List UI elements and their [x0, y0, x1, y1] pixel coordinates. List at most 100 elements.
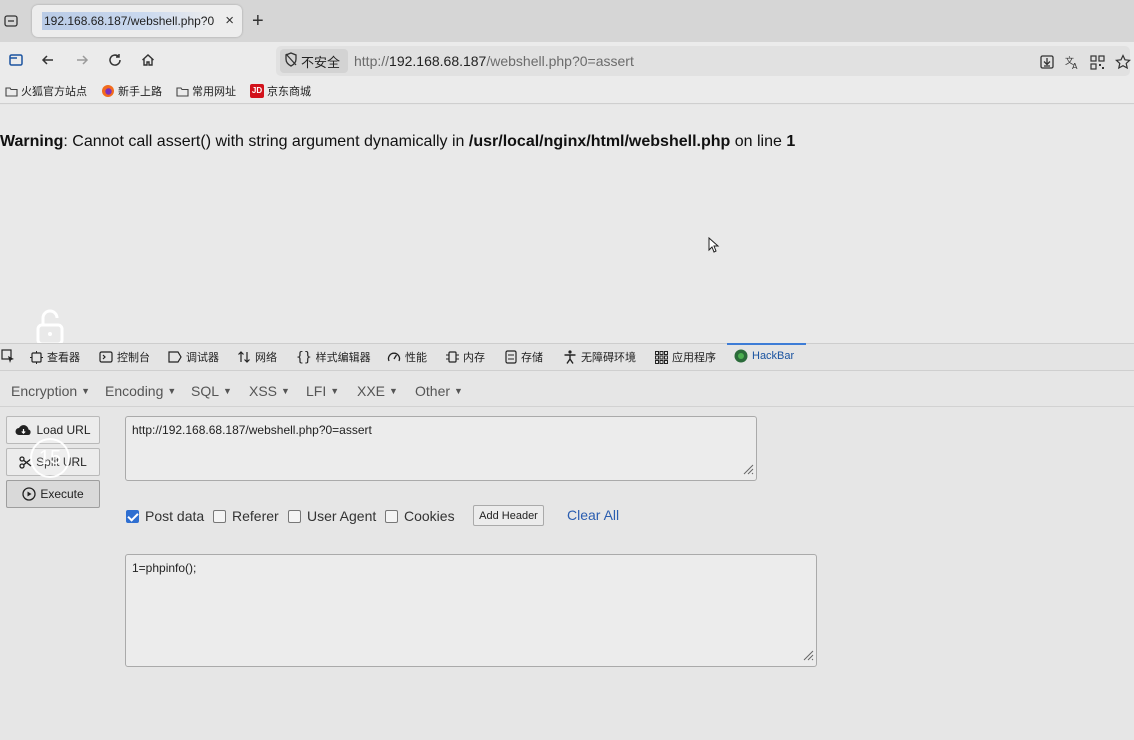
tab-performance[interactable]: 性能 — [387, 349, 427, 365]
caret-down-icon: ▼ — [389, 386, 398, 396]
hackbar-logo-icon — [734, 349, 748, 363]
menu-encoding[interactable]: Encoding ▼ — [105, 383, 176, 399]
tab-label: HackBar — [752, 350, 795, 362]
caret-down-icon: ▼ — [454, 386, 463, 396]
menu-encryption[interactable]: Encryption ▼ — [11, 383, 90, 399]
tab-storage[interactable]: 存储 — [505, 349, 543, 365]
tab-console[interactable]: 控制台 — [99, 349, 150, 365]
button-label: Load URL — [36, 423, 91, 437]
list-all-tabs-icon[interactable] — [2, 11, 20, 31]
caret-down-icon: ▼ — [167, 386, 177, 396]
option-referer[interactable]: Referer — [213, 508, 279, 524]
bookmark-item[interactable]: 常用网址 — [176, 83, 236, 99]
resize-grip-icon[interactable] — [743, 464, 754, 478]
svg-text:A: A — [1072, 62, 1078, 70]
shield-slash-icon — [284, 52, 298, 70]
reload-icon[interactable] — [104, 49, 126, 71]
tab-style-editor[interactable]: {} 样式编辑器 — [296, 349, 371, 365]
execute-button[interactable]: Execute — [6, 480, 100, 508]
url-textarea[interactable]: http://192.168.68.187/webshell.php?0=ass… — [125, 416, 757, 481]
post-data-textarea[interactable]: 1=phpinfo(); — [125, 554, 817, 667]
url-host: 192.168.68.187 — [389, 53, 487, 69]
tab-close-icon[interactable]: × — [225, 12, 234, 30]
tab-network[interactable]: 网络 — [237, 349, 277, 365]
warning-label: Warning — [0, 133, 64, 150]
menu-xxe[interactable]: XXE ▼ — [357, 383, 398, 399]
tab-label: 应用程序 — [672, 352, 716, 364]
tab-label: 网络 — [255, 352, 277, 364]
tab-inspector[interactable]: 查看器 — [30, 349, 80, 365]
browser-tab[interactable]: 192.168.68.187/webshell.php?0= × — [32, 5, 242, 37]
tab-memory[interactable]: 内存 — [446, 349, 485, 365]
post-data-value: 1=phpinfo(); — [132, 561, 197, 575]
php-warning-message: Warning: Cannot call assert() with strin… — [0, 133, 795, 151]
page-content: Warning: Cannot call assert() with strin… — [0, 105, 1134, 343]
play-circle-icon — [22, 487, 36, 501]
option-post-data[interactable]: Post data — [126, 508, 204, 524]
hackbar-panel: Load URL Split URL Execute http://192.16… — [0, 408, 1134, 740]
option-label: Referer — [232, 508, 279, 524]
save-page-icon[interactable] — [1037, 53, 1057, 71]
bookmark-label: 京东商城 — [267, 86, 311, 98]
back-arrow-icon[interactable] — [37, 49, 59, 71]
folder-icon — [176, 86, 189, 97]
navigation-bar: 不安全 http://192.168.68.187/webshell.php?0… — [0, 42, 1134, 78]
storage-icon — [505, 350, 517, 364]
menu-sql[interactable]: SQL ▼ — [191, 383, 232, 399]
bookmark-label: 新手上路 — [118, 86, 162, 98]
resize-grip-icon[interactable] — [803, 650, 814, 664]
forward-arrow-icon[interactable] — [71, 49, 93, 71]
new-tab-button[interactable]: + — [252, 9, 264, 33]
option-label: Post data — [145, 508, 205, 524]
security-label: 不安全 — [301, 54, 341, 70]
referer-checkbox[interactable] — [213, 509, 226, 523]
devtools-toolbar: 查看器 控制台 调试器 网络 {} 样式编辑器 性能 内存 存储 无障碍环境 应… — [0, 343, 1134, 371]
tab-label: 存储 — [521, 352, 543, 364]
warning-line-number: 1 — [786, 133, 796, 150]
sidebar-icon[interactable] — [5, 49, 27, 71]
option-cookies[interactable]: Cookies — [385, 508, 455, 524]
site-security-indicator[interactable]: 不安全 — [280, 49, 348, 73]
tab-title: 192.168.68.187/webshell.php?0= — [42, 12, 214, 30]
user-agent-checkbox[interactable] — [288, 509, 301, 523]
memory-chip-icon — [446, 350, 459, 364]
option-label: Cookies — [404, 508, 455, 524]
warning-file: /usr/local/nginx/html/webshell.php — [468, 133, 731, 150]
post-data-checkbox[interactable] — [126, 509, 139, 523]
menu-lfi[interactable]: LFI ▼ — [306, 383, 339, 399]
clear-all-link[interactable]: Clear All — [567, 507, 619, 523]
element-picker-icon[interactable] — [1, 349, 15, 363]
option-user-agent[interactable]: User Agent — [288, 508, 376, 524]
button-label: Execute — [40, 487, 84, 501]
tab-application[interactable]: 应用程序 — [655, 349, 716, 365]
grid-apps-icon — [655, 350, 668, 364]
tab-label: 内存 — [463, 352, 485, 364]
menu-other[interactable]: Other ▼ — [415, 383, 463, 399]
cookies-checkbox[interactable] — [385, 509, 398, 523]
active-tab-indicator — [727, 343, 806, 345]
firefox-icon — [101, 84, 115, 98]
tab-hackbar[interactable]: HackBar — [734, 349, 794, 363]
tab-accessibility[interactable]: 无障碍环境 — [563, 349, 636, 365]
inspector-icon — [30, 350, 43, 364]
debugger-icon — [168, 351, 182, 363]
menu-xss[interactable]: XSS ▼ — [249, 383, 290, 399]
bookmark-star-icon[interactable] — [1113, 53, 1133, 71]
bookmark-item[interactable]: 新手上路 — [101, 83, 162, 99]
caret-down-icon: ▼ — [81, 386, 91, 396]
bookmark-item[interactable]: JD 京东商城 — [250, 83, 311, 99]
bookmarks-toolbar: 火狐官方站点 新手上路 常用网址 JD 京东商城 — [0, 78, 1134, 104]
qr-code-icon[interactable] — [1087, 53, 1107, 71]
bookmark-item[interactable]: 火狐官方站点 — [5, 83, 87, 99]
console-icon — [99, 351, 113, 363]
address-bar[interactable]: 不安全 http://192.168.68.187/webshell.php?0… — [276, 46, 1133, 76]
url-text[interactable]: http://192.168.68.187/webshell.php?0=ass… — [354, 53, 634, 69]
translate-icon[interactable]: 文A — [1062, 53, 1082, 71]
tab-debugger[interactable]: 调试器 — [168, 349, 219, 365]
add-header-button[interactable]: Add Header — [473, 505, 544, 526]
tab-strip: 192.168.68.187/webshell.php?0= × + — [0, 0, 1134, 42]
home-icon[interactable] — [137, 49, 159, 71]
option-label: User Agent — [307, 508, 377, 524]
hackbar-menu: Encryption ▼ Encoding ▼ SQL ▼ XSS ▼ LFI ▼ XXE… — [0, 371, 1134, 407]
tab-label: 控制台 — [117, 352, 150, 364]
